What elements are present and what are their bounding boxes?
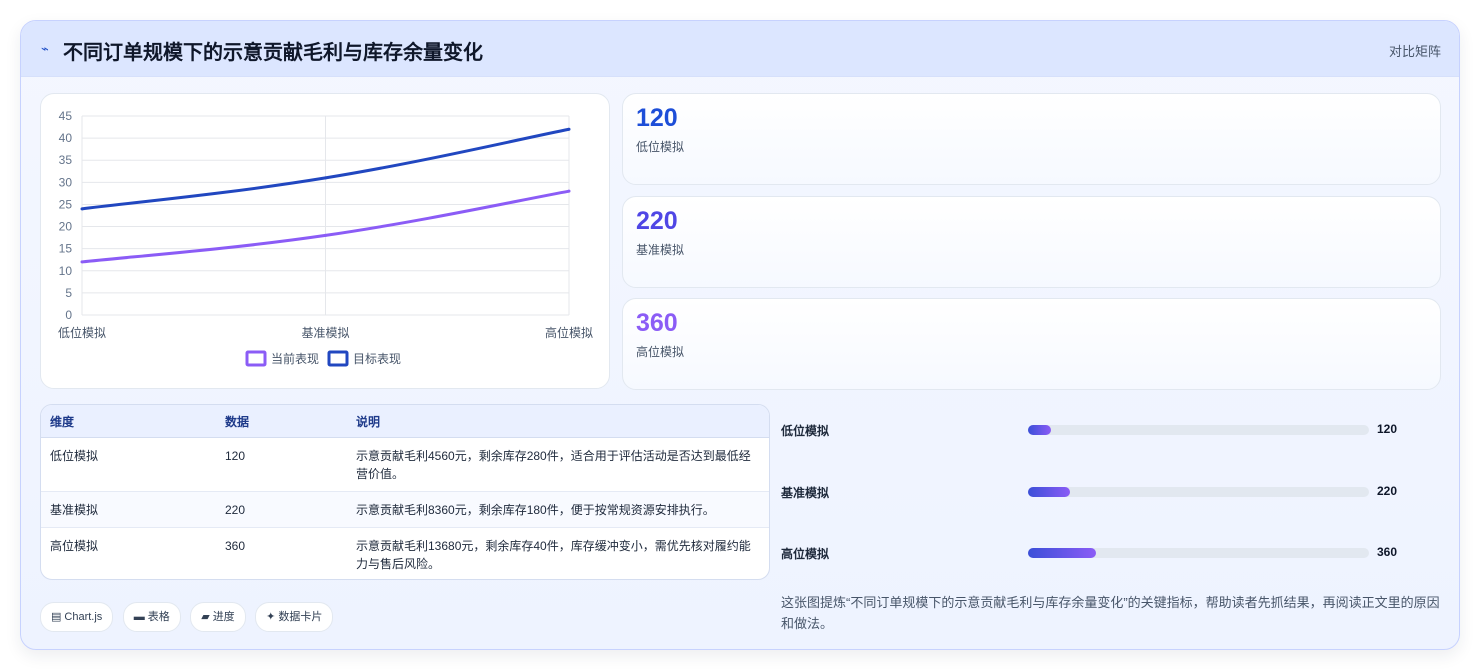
chip-table[interactable]: ▬ 表格 — [122, 602, 181, 632]
table-row: 高位模拟 360 示意贡献毛利13680元，剩余库存40件，库存缓冲变小，需优先… — [41, 528, 769, 580]
column-header: 说明 — [347, 405, 769, 438]
y-tick-label: 15 — [59, 242, 73, 256]
y-tick-label: 0 — [65, 308, 72, 322]
legend-swatch — [327, 350, 349, 367]
chip-label: Chart.js — [64, 611, 103, 623]
kpi-label: 基准模拟 — [636, 243, 685, 257]
legend-label: 当前表现 — [271, 351, 319, 366]
line-chart: 0 5 10 15 20 25 30 35 40 45 低位模拟 基准模拟 高位模拟当前表现 目标表现 — [58, 109, 593, 367]
data-point — [80, 260, 84, 264]
chip-label: 表格 — [147, 611, 170, 623]
y-tick-label: 20 — [59, 220, 73, 234]
progress-track — [1028, 425, 1369, 435]
progress-value: 120 — [1377, 422, 1398, 436]
column-header: 数据 — [216, 405, 347, 438]
table-cell: 220 — [216, 491, 347, 528]
x-tick-label: 基准模拟 — [301, 326, 349, 340]
chip-label: 进度 — [212, 611, 235, 623]
data-point — [80, 207, 84, 211]
kpi-value: 220 — [636, 207, 678, 235]
chip-label: 数据卡片 — [278, 611, 323, 623]
progress-value: 360 — [1377, 545, 1398, 559]
kpi-value: 360 — [636, 309, 678, 337]
y-tick-label: 5 — [65, 286, 72, 300]
chip-progress[interactable]: ▰ 进度 — [190, 602, 246, 632]
summary-note: 这张图提炼“不同订单规模下的示意贡献毛利与库存余量变化”的关键指标，帮助读者先抓… — [781, 595, 1440, 631]
y-tick-label: 10 — [59, 264, 73, 278]
data-point — [567, 189, 571, 193]
table-cell: 示意贡献毛利8360元，剩余库存180件，便于按常规资源安排执行。 — [347, 491, 769, 528]
progress-fill — [1028, 425, 1051, 435]
table-cell: 360 — [225, 539, 246, 553]
kpi-card-low: 120 低位模拟 — [622, 93, 1441, 185]
kpi-card-base: 220 基准模拟 — [622, 196, 1441, 288]
x-tick-label: 高位模拟 — [545, 325, 593, 340]
chart-icon: ▤ — [51, 611, 62, 623]
chip-data-card[interactable]: ✦ 数据卡片 — [255, 602, 334, 632]
data-point — [324, 176, 327, 180]
card-header: ⌁ 不同订单规模下的示意贡献毛利与库存余量变化 对比矩阵 — [21, 21, 1459, 77]
legend-label: 目标表现 — [353, 352, 401, 366]
table-cell: 示意贡献毛利13680元，剩余库存40件，库存缓冲变小，需优先核对履约能力与售后… — [356, 539, 751, 571]
line-chart-panel: 0 5 10 15 20 25 30 35 40 45 低位模拟 基准模拟 高位模拟当前表现 目标表现 — [40, 93, 610, 389]
progress-row-low: 低位模拟 120 — [781, 420, 1441, 440]
progress-value: 220 — [1377, 484, 1398, 498]
data-table: 维度 数据 说明 低位模拟 120 示意贡献毛利4560元，剩余库存280件，适… — [40, 404, 770, 580]
progress-label: 低位模拟 — [781, 424, 830, 438]
y-tick-label: 40 — [59, 131, 73, 145]
table-cell: 示意贡献毛利4560元，剩余库存280件，适合用于评估活动是否达到最低经营价值。 — [347, 437, 769, 492]
report-card: ⌁ 不同订单规模下的示意贡献毛利与库存余量变化 对比矩阵 0 5 10 15 20 25 3… — [20, 20, 1460, 650]
legend-swatch — [245, 350, 267, 367]
progress-fill — [1028, 487, 1070, 497]
progress-label: 高位模拟 — [781, 547, 830, 561]
x-tick-label: 低位模拟 — [58, 325, 106, 340]
progress-track — [1028, 487, 1369, 497]
progress-row-high: 高位模拟 360 — [781, 543, 1441, 563]
table-cell: 低位模拟 — [41, 437, 216, 492]
progress-track — [1028, 548, 1369, 558]
y-tick-label: 25 — [59, 197, 73, 211]
table-icon: ▬ — [133, 611, 145, 623]
table-row: 低位模拟 120 示意贡献毛利4560元，剩余库存280件，适合用于评估活动是否… — [41, 437, 769, 492]
progress-row-base: 基准模拟 220 — [781, 482, 1441, 502]
y-tick-label: 35 — [59, 153, 73, 167]
header-tag: 对比矩阵 — [1388, 44, 1441, 59]
table-cell: 120 — [216, 437, 347, 492]
page-title: 不同订单规模下的示意贡献毛利与库存余量变化 — [63, 42, 483, 64]
sparkle-icon: ✦ — [266, 611, 276, 623]
kpi-label: 低位模拟 — [636, 140, 685, 154]
kpi-card-high: 360 高位模拟 — [622, 298, 1441, 390]
kpi-label: 高位模拟 — [636, 345, 685, 359]
table-cell: 基准模拟 — [41, 491, 216, 528]
y-tick-label: 45 — [59, 109, 73, 123]
y-tick-label: 30 — [59, 175, 73, 189]
progress-fill — [1028, 548, 1097, 558]
table-row: 基准模拟 220 示意贡献毛利8360元，剩余库存180件，便于按常规资源安排执… — [41, 491, 769, 528]
kpi-value: 120 — [636, 104, 678, 132]
table-cell: 高位模拟 — [50, 539, 99, 553]
chart-line-icon: ⌁ — [41, 41, 49, 56]
progress-icon: ▰ — [201, 611, 210, 623]
column-header: 维度 — [41, 405, 216, 438]
data-point — [324, 233, 327, 237]
data-point — [567, 127, 571, 131]
progress-label: 基准模拟 — [781, 486, 830, 500]
chip-chartjs[interactable]: ▤ Chart.js — [40, 602, 114, 632]
tech-chips: ▤ Chart.js ▬ 表格 ▰ 进度 ✦ 数据卡片 — [40, 602, 338, 632]
table-header-row: 维度 数据 说明 — [41, 405, 769, 438]
